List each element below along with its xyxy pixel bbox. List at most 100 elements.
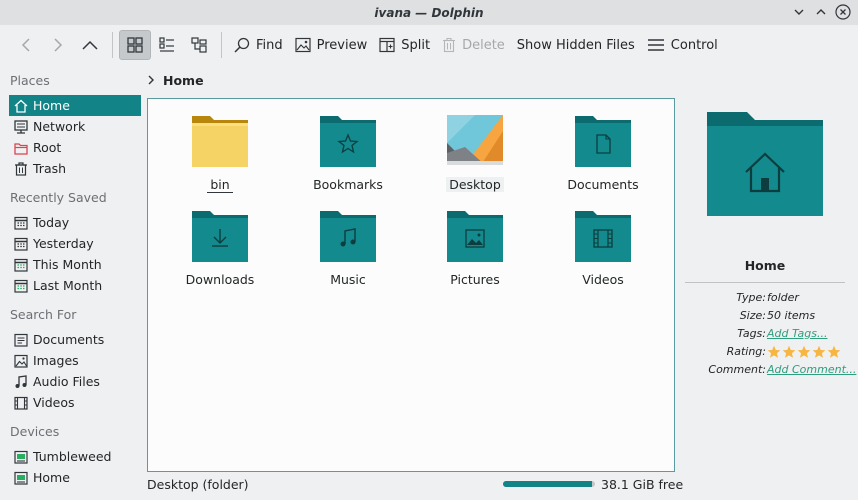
info-row-rating: Rating: — [680, 345, 858, 363]
information-panel: Home Type: folder Size: 50 items Tags: A… — [680, 98, 858, 478]
back-button[interactable] — [10, 30, 42, 60]
sidebar-item-label: Home — [33, 98, 70, 113]
sidebar-item-label: Videos — [33, 395, 75, 410]
network-icon — [14, 119, 28, 134]
home-folder-icon — [707, 112, 823, 216]
file-item-music[interactable]: Music — [293, 208, 403, 298]
arrow-left-icon — [21, 38, 30, 52]
video-icon — [14, 396, 28, 410]
file-name: Downloads — [185, 272, 255, 287]
info-key: Tags: — [737, 327, 766, 340]
breadcrumb-home[interactable]: Home — [163, 73, 204, 88]
maximize-button[interactable] — [812, 3, 830, 21]
info-row-size: Size: 50 items — [680, 309, 858, 327]
info-value: folder — [767, 291, 799, 304]
sidebar-item-today[interactable]: Today — [9, 212, 141, 233]
star-icon[interactable] — [827, 345, 841, 359]
sidebar-item-yesterday[interactable]: Yesterday — [9, 233, 141, 254]
details-view-button[interactable] — [183, 30, 215, 60]
delete-label: Delete — [462, 37, 505, 53]
recently-saved-header: Recently Saved — [10, 190, 107, 205]
free-space-label: 38.1 GiB free — [601, 477, 684, 492]
sidebar-item-label: Today — [33, 215, 70, 230]
star-icon[interactable] — [767, 345, 781, 359]
sidebar-item-audio-files[interactable]: Audio Files — [9, 371, 141, 392]
sidebar-item-label: Documents — [33, 332, 105, 347]
toolbar-separator — [221, 32, 222, 58]
up-button[interactable] — [74, 30, 106, 60]
sidebar-item-home-device[interactable]: Home — [9, 467, 141, 488]
minimize-button[interactable] — [790, 3, 808, 21]
calendar-icon — [14, 216, 28, 230]
image-icon — [295, 37, 311, 53]
find-button[interactable]: Find — [228, 30, 289, 60]
calendar-icon — [14, 258, 28, 272]
toolbar: Find Preview Split Delete Show Hidden Fi… — [0, 25, 858, 65]
preview-button[interactable]: Preview — [289, 30, 374, 60]
home-icon — [14, 99, 28, 113]
control-label: Control — [670, 37, 718, 53]
free-space-bar-fill — [503, 481, 593, 487]
show-hidden-files-button[interactable]: Show Hidden Files — [511, 30, 641, 60]
sidebar-item-last-month[interactable]: Last Month — [9, 275, 141, 296]
sidebar-item-documents[interactable]: Documents — [9, 329, 141, 350]
add-comment-link[interactable]: Add Comment... — [767, 363, 856, 376]
calendar-icon — [14, 237, 28, 251]
sidebar-item-home[interactable]: Home — [9, 95, 141, 116]
arrow-right-icon — [54, 38, 63, 52]
chevron-right-icon — [148, 75, 154, 85]
chevron-down-icon — [794, 9, 804, 15]
file-item-bin[interactable]: bin — [165, 113, 275, 203]
sidebar-item-videos[interactable]: Videos — [9, 392, 141, 413]
sidebar-item-trash[interactable]: Trash — [9, 158, 141, 179]
icons-view-button[interactable] — [119, 30, 151, 60]
folder-bookmarks-icon — [320, 116, 376, 167]
forward-button[interactable] — [42, 30, 74, 60]
file-name: Documents — [567, 177, 639, 192]
split-button[interactable]: Split — [373, 30, 436, 60]
close-button[interactable] — [834, 3, 852, 21]
control-menu-button[interactable]: Control — [641, 30, 724, 60]
trash-icon — [15, 161, 27, 176]
file-name: Videos — [582, 272, 624, 287]
star-icon[interactable] — [797, 345, 811, 359]
trash-icon — [443, 37, 456, 53]
sidebar-item-label: Root — [33, 140, 62, 155]
window-title: ivana — Dolphin — [374, 5, 484, 20]
arrow-up-icon — [82, 40, 98, 50]
delete-button[interactable]: Delete — [436, 30, 511, 60]
file-item-desktop[interactable]: Desktop — [420, 113, 530, 203]
sidebar-item-label: Images — [33, 353, 79, 368]
sidebar-item-network[interactable]: Network — [9, 116, 141, 137]
compact-view-button[interactable] — [151, 30, 183, 60]
breadcrumb: Home — [147, 70, 204, 90]
file-item-bookmarks[interactable]: Bookmarks — [293, 113, 403, 203]
sidebar-item-this-month[interactable]: This Month — [9, 254, 141, 275]
file-view[interactable]: bin Bookmarks Desktop Documents Download… — [147, 98, 675, 472]
music-icon — [15, 374, 27, 388]
split-view-icon — [379, 37, 395, 53]
free-space-bar[interactable] — [503, 481, 595, 487]
sidebar-item-label: Network — [33, 119, 86, 134]
sidebar-item-tumbleweed[interactable]: Tumbleweed — [9, 446, 141, 467]
info-separator — [685, 282, 845, 283]
search-icon — [234, 37, 250, 53]
star-icon[interactable] — [782, 345, 796, 359]
file-name: Bookmarks — [313, 177, 383, 192]
sidebar-item-images[interactable]: Images — [9, 350, 141, 371]
file-item-pictures[interactable]: Pictures — [420, 208, 530, 298]
file-item-videos[interactable]: Videos — [548, 208, 658, 298]
info-key: Rating: — [726, 345, 766, 358]
star-icon[interactable] — [812, 345, 826, 359]
info-key: Comment: — [708, 363, 766, 376]
file-name: bin — [207, 177, 233, 193]
root-folder-icon — [14, 142, 28, 155]
rating-stars[interactable] — [767, 345, 841, 359]
sidebar-item-root[interactable]: Root — [9, 137, 141, 158]
drive-icon — [14, 450, 28, 464]
file-item-documents[interactable]: Documents — [548, 113, 658, 203]
close-icon — [835, 4, 851, 20]
file-item-downloads[interactable]: Downloads — [165, 208, 275, 298]
add-tags-link[interactable]: Add Tags... — [767, 327, 828, 340]
folder-videos-icon — [575, 211, 631, 262]
